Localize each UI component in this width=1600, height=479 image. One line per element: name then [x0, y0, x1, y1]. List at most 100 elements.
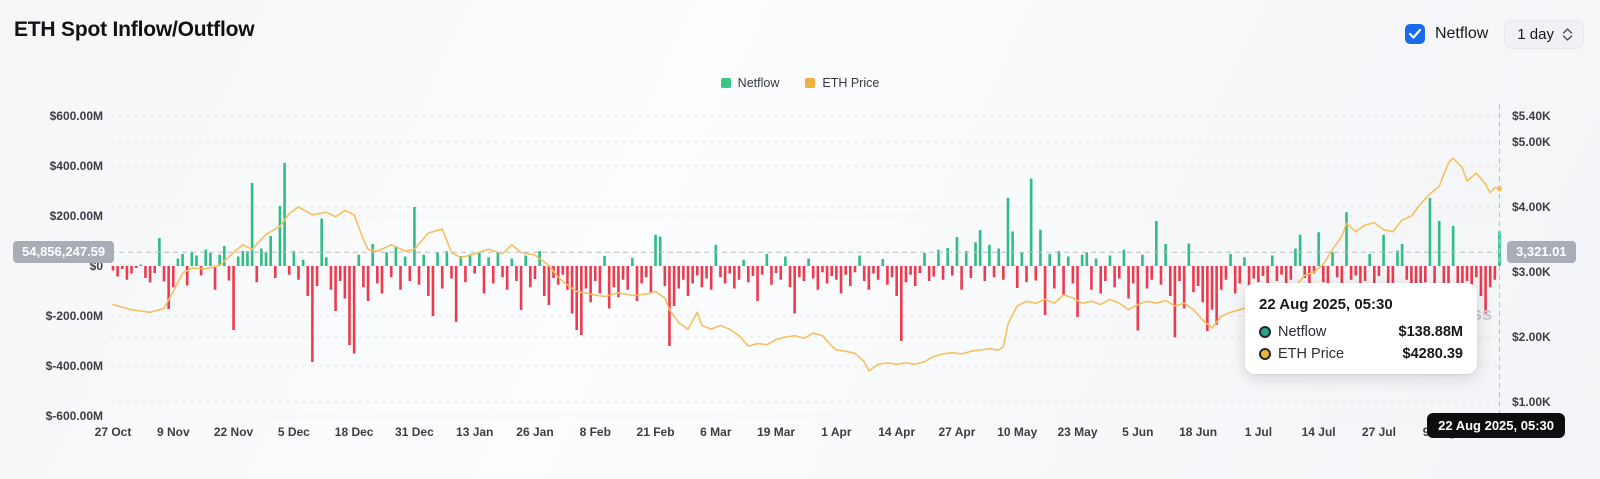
netflow-bar[interactable]	[543, 266, 546, 296]
netflow-bar[interactable]	[1044, 266, 1047, 315]
netflow-bar[interactable]	[140, 265, 143, 267]
netflow-bar[interactable]	[868, 266, 871, 290]
netflow-bar[interactable]	[659, 237, 662, 267]
netflow-bar[interactable]	[163, 266, 166, 282]
netflow-bar[interactable]	[1229, 254, 1232, 266]
netflow-bar[interactable]	[177, 259, 180, 267]
netflow-bar[interactable]	[807, 259, 810, 267]
netflow-bar[interactable]	[362, 266, 365, 287]
netflow-bar[interactable]	[1169, 266, 1172, 296]
netflow-bar[interactable]	[1350, 266, 1353, 280]
netflow-bar[interactable]	[575, 266, 578, 330]
netflow-bar[interactable]	[487, 257, 490, 266]
netflow-bar[interactable]	[1002, 266, 1005, 280]
netflow-bar[interactable]	[728, 266, 731, 274]
netflow-bar[interactable]	[1354, 266, 1357, 276]
netflow-bar[interactable]	[126, 266, 129, 280]
netflow-bar[interactable]	[209, 253, 212, 266]
netflow-bar[interactable]	[492, 266, 495, 284]
netflow-bar[interactable]	[715, 245, 718, 266]
netflow-bar[interactable]	[1215, 266, 1218, 325]
netflow-bar[interactable]	[1188, 244, 1191, 267]
netflow-bar[interactable]	[1424, 266, 1427, 282]
netflow-bar[interactable]	[1211, 266, 1214, 310]
netflow-bar[interactable]	[724, 266, 727, 284]
netflow-bar[interactable]	[1021, 252, 1024, 266]
netflow-bar[interactable]	[1452, 226, 1455, 266]
netflow-bar[interactable]	[497, 252, 500, 267]
netflow-bar[interactable]	[116, 266, 119, 277]
netflow-bar[interactable]	[631, 258, 634, 266]
netflow-bar[interactable]	[1141, 255, 1144, 266]
netflow-bar[interactable]	[228, 266, 231, 281]
netflow-bar[interactable]	[1109, 256, 1112, 267]
netflow-bar[interactable]	[900, 266, 903, 341]
netflow-bar[interactable]	[640, 266, 643, 284]
netflow-bar[interactable]	[914, 266, 917, 286]
netflow-bar[interactable]	[242, 251, 245, 266]
netflow-bar[interactable]	[1262, 266, 1265, 276]
netflow-bar[interactable]	[1280, 266, 1283, 275]
netflow-bar[interactable]	[1104, 266, 1107, 281]
netflow-bar[interactable]	[891, 266, 894, 277]
netflow-bar[interactable]	[390, 266, 393, 277]
netflow-bar[interactable]	[835, 266, 838, 280]
netflow-bar[interactable]	[854, 266, 857, 272]
netflow-bar[interactable]	[738, 266, 741, 280]
netflow-bar[interactable]	[677, 266, 680, 289]
netflow-bar[interactable]	[1378, 266, 1381, 276]
netflow-bar[interactable]	[821, 266, 824, 272]
netflow-bar[interactable]	[770, 266, 773, 285]
netflow-bar[interactable]	[195, 256, 198, 267]
netflow-bar[interactable]	[701, 266, 704, 287]
netflow-bar[interactable]	[1095, 259, 1098, 267]
netflow-bar[interactable]	[427, 266, 430, 296]
netflow-bar[interactable]	[149, 266, 152, 283]
netflow-bar[interactable]	[840, 266, 843, 294]
netflow-bar[interactable]	[1429, 198, 1432, 266]
netflow-bar[interactable]	[1067, 257, 1070, 267]
netflow-bar[interactable]	[951, 266, 954, 276]
netflow-bar[interactable]	[1368, 254, 1371, 266]
netflow-bar[interactable]	[599, 266, 602, 294]
netflow-bar[interactable]	[246, 251, 249, 266]
netflow-bar[interactable]	[232, 266, 235, 330]
netflow-bar[interactable]	[710, 266, 713, 290]
netflow-bar[interactable]	[348, 266, 351, 345]
netflow-bar[interactable]	[1234, 266, 1237, 294]
netflow-bar[interactable]	[520, 266, 523, 310]
netflow-bar[interactable]	[886, 266, 889, 285]
netflow-bar[interactable]	[654, 235, 657, 266]
netflow-bar[interactable]	[1034, 266, 1037, 281]
netflow-bar[interactable]	[580, 266, 583, 335]
netflow-bar[interactable]	[265, 252, 268, 266]
netflow-bar[interactable]	[408, 266, 411, 281]
netflow-bar[interactable]	[399, 266, 402, 290]
netflow-bar[interactable]	[761, 266, 764, 275]
netflow-bar[interactable]	[664, 266, 667, 286]
netflow-bar[interactable]	[515, 266, 518, 281]
netflow-bar[interactable]	[297, 266, 300, 280]
netflow-bar[interactable]	[1127, 266, 1130, 299]
netflow-bar[interactable]	[877, 266, 880, 280]
netflow-bar[interactable]	[719, 266, 722, 277]
netflow-bar[interactable]	[863, 266, 866, 281]
netflow-bar[interactable]	[1480, 266, 1483, 296]
netflow-bar[interactable]	[441, 266, 444, 289]
netflow-bar[interactable]	[381, 266, 384, 294]
netflow-bar[interactable]	[288, 266, 291, 275]
netflow-bar[interactable]	[130, 266, 133, 274]
netflow-bar[interactable]	[1341, 266, 1344, 284]
netflow-bar[interactable]	[510, 259, 513, 267]
netflow-bar[interactable]	[1225, 266, 1228, 280]
netflow-bar[interactable]	[1438, 221, 1441, 266]
netflow-bar[interactable]	[756, 266, 759, 301]
netflow-bar[interactable]	[339, 266, 342, 281]
netflow-bar[interactable]	[997, 249, 1000, 267]
netflow-bar[interactable]	[784, 257, 787, 267]
netflow-bar[interactable]	[524, 256, 527, 267]
netflow-bar[interactable]	[446, 251, 449, 266]
netflow-bar[interactable]	[1345, 212, 1348, 266]
netflow-bar[interactable]	[1011, 232, 1014, 267]
netflow-bar[interactable]	[1192, 266, 1195, 292]
